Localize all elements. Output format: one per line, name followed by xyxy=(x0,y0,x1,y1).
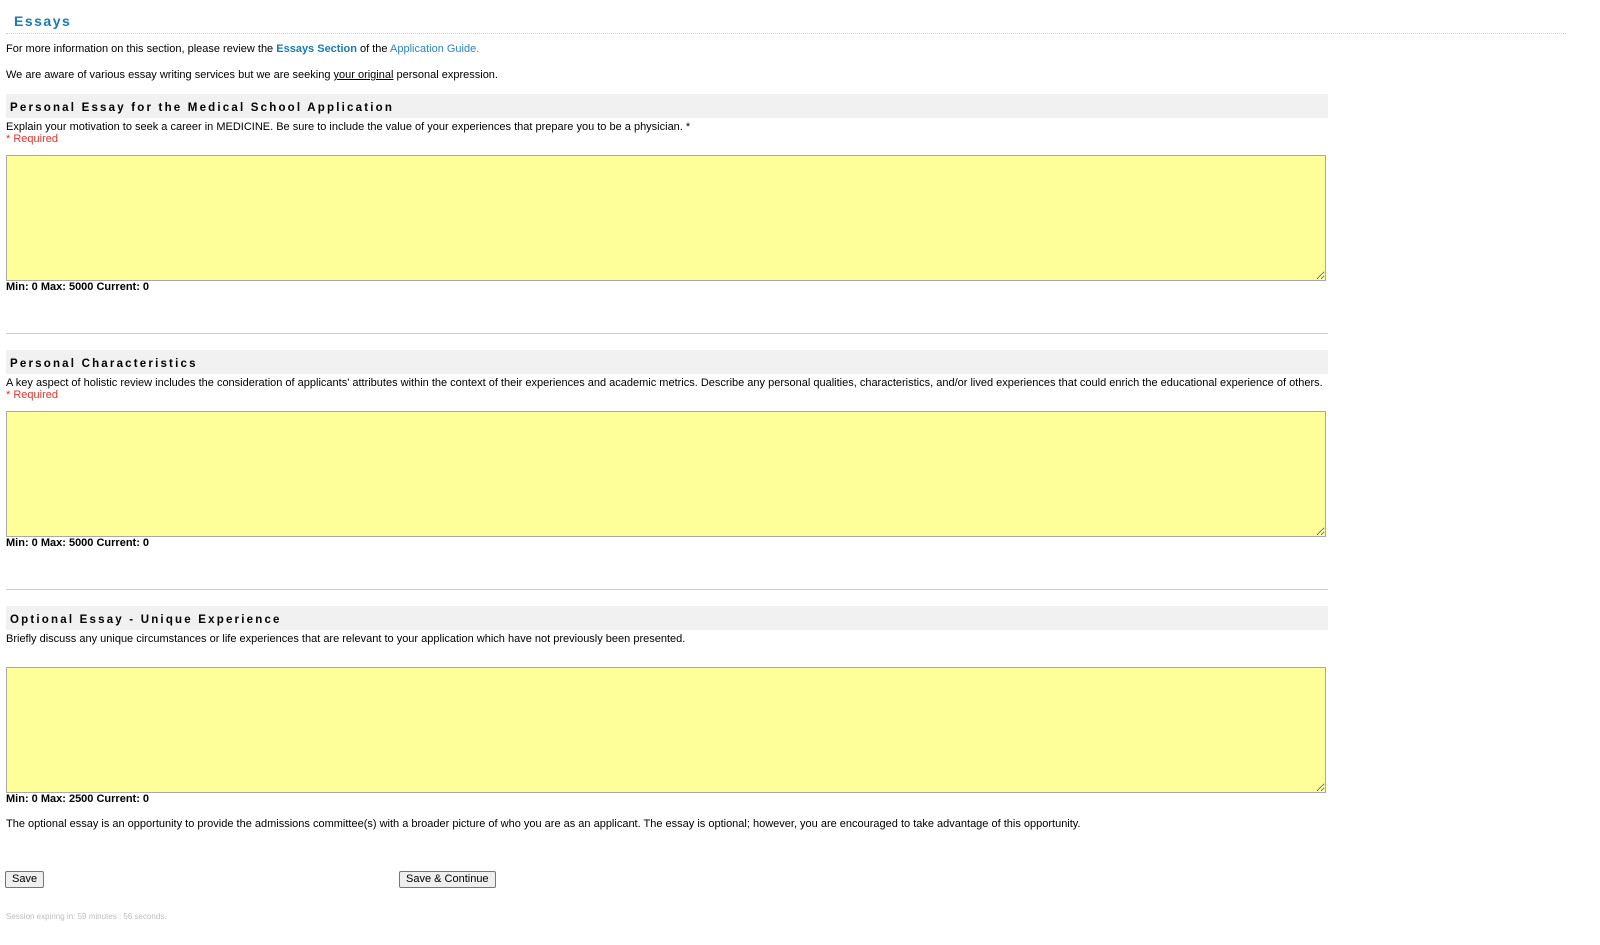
intro-originality-suffix: personal expression. xyxy=(393,69,498,81)
optional-essay-textarea[interactable] xyxy=(6,667,1326,793)
character-counter: Min: 0 Max: 5000 Current: 0 xyxy=(6,537,150,549)
title-divider xyxy=(6,33,1566,34)
intro-guide-text: For more information on this section, pl… xyxy=(6,43,277,55)
section-description: A key aspect of holistic review includes… xyxy=(6,377,1323,389)
application-guide-link[interactable]: Application Guide. xyxy=(390,43,479,55)
page-title: Essays xyxy=(14,13,72,29)
character-counter: Min: 0 Max: 5000 Current: 0 xyxy=(6,281,150,293)
section-description: Explain your motivation to seek a career… xyxy=(6,121,691,133)
section-heading: Optional Essay - Unique Experience xyxy=(6,606,1328,630)
your-original-emphasis: your original xyxy=(333,69,394,81)
personal-characteristics-section: Personal Characteristics A key aspect of… xyxy=(6,350,1328,549)
required-indicator: * Required xyxy=(6,133,58,145)
intro-originality-line: We are aware of various essay writing se… xyxy=(6,68,498,82)
intro-guide-line: For more information on this section, pl… xyxy=(6,42,479,56)
save-and-continue-button[interactable]: Save & Continue xyxy=(399,871,496,888)
required-indicator: * Required xyxy=(6,389,58,401)
intro-originality-text: We are aware of various essay writing se… xyxy=(6,69,334,81)
personal-essay-textarea[interactable] xyxy=(6,155,1326,281)
section-heading: Personal Characteristics xyxy=(6,350,1328,374)
section-divider xyxy=(6,333,1328,334)
session-timer: Session expiring in: 59 minutes : 56 sec… xyxy=(6,912,167,921)
section-divider xyxy=(6,589,1328,590)
essays-section-link[interactable]: Essays Section xyxy=(276,43,357,55)
optional-essay-section: Optional Essay - Unique Experience Brief… xyxy=(6,606,1328,805)
personal-characteristics-textarea[interactable] xyxy=(6,411,1326,537)
save-button[interactable]: Save xyxy=(5,871,45,888)
section-heading: Personal Essay for the Medical School Ap… xyxy=(6,94,1328,118)
optional-essay-note: The optional essay is an opportunity to … xyxy=(6,818,1081,830)
personal-essay-section: Personal Essay for the Medical School Ap… xyxy=(6,94,1328,293)
section-description: Briefly discuss any unique circumstances… xyxy=(6,633,686,645)
character-counter: Min: 0 Max: 2500 Current: 0 xyxy=(6,793,150,805)
intro-guide-mid-text: of the xyxy=(356,43,390,55)
